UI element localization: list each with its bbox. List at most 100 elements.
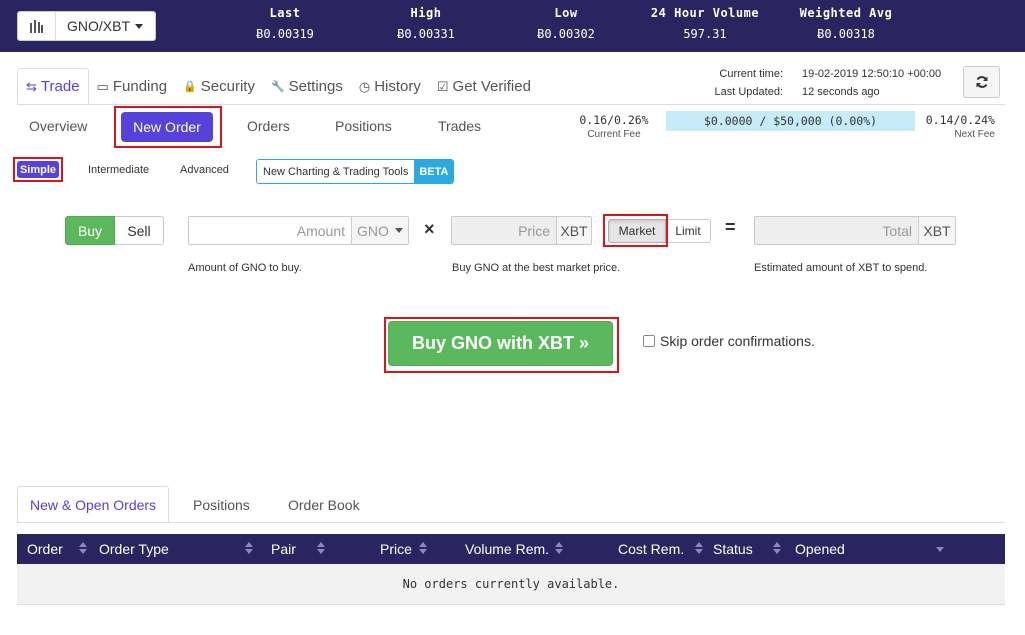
stat-value: 597.31: [683, 27, 727, 41]
column-volume-rem[interactable]: Volume Rem.: [465, 534, 549, 564]
limit-order-button[interactable]: Limit: [666, 219, 711, 243]
price-currency-label: XBT: [556, 217, 591, 244]
amount-field: GNO: [188, 216, 409, 245]
next-fee-value: 0.14/0.24%: [925, 113, 995, 127]
pair-label: GNO/XBT: [67, 18, 131, 34]
caret-down-icon: [135, 23, 144, 29]
total-input: [755, 217, 918, 244]
price-help-text: Buy GNO at the best market price.: [452, 262, 621, 274]
amount-help-text: Amount of GNO to buy.: [188, 262, 302, 274]
sell-toggle[interactable]: Sell: [115, 216, 164, 245]
sort-icon[interactable]: [317, 542, 325, 556]
stat-last: Last Ƀ0.00319: [215, 6, 355, 41]
sort-icon[interactable]: [695, 542, 703, 556]
tab-get-verified[interactable]: ☑ Get Verified: [429, 68, 539, 105]
stat-volume: 24 Hour Volume 597.31: [635, 6, 775, 41]
stat-low: Low Ƀ0.00302: [496, 6, 636, 41]
mode-intermediate[interactable]: Intermediate: [88, 164, 149, 176]
column-order[interactable]: Order: [27, 534, 63, 564]
stat-label: Weighted Avg: [799, 6, 893, 20]
buy-toggle[interactable]: Buy: [65, 216, 115, 245]
time-labels: Current time: Last Updated:: [690, 65, 784, 101]
tab-settings[interactable]: 🔧 Settings: [263, 68, 351, 105]
tab-label: Get Verified: [452, 78, 531, 95]
next-fee: 0.14/0.24% Next Fee: [925, 113, 995, 140]
money-icon: ▭: [96, 78, 109, 94]
total-help-text: Estimated amount of XBT to spend.: [754, 262, 928, 274]
column-price[interactable]: Price: [380, 534, 412, 564]
sort-icon[interactable]: [773, 542, 781, 556]
wrench-icon: 🔧: [270, 81, 285, 93]
stat-high: High Ƀ0.00331: [356, 6, 496, 41]
stat-label: High: [410, 6, 442, 20]
tab-security[interactable]: 🔒 Security: [175, 68, 263, 105]
tab-label: Trade: [40, 78, 80, 95]
current-fee-label: Current Fee: [587, 129, 641, 140]
exchange-icon: ⇆: [26, 78, 37, 94]
orders-table-header: Order Order Type Pair Price Volume Rem. …: [17, 534, 1005, 564]
total-field: XBT: [754, 216, 956, 245]
charting-tools-button[interactable]: New Charting & Trading Tools BETA: [256, 159, 455, 184]
pair-selector-button[interactable]: GNO/XBT: [17, 11, 156, 41]
highlight-market: [603, 214, 668, 247]
column-opened[interactable]: Opened: [795, 534, 845, 564]
sort-icon[interactable]: [245, 542, 253, 556]
stat-label: 24 Hour Volume: [650, 6, 760, 20]
sort-icon[interactable]: [419, 542, 427, 556]
orders-empty-row: No orders currently available.: [17, 564, 1005, 605]
tab-open-orders[interactable]: New & Open Orders: [17, 486, 170, 523]
sort-icon[interactable]: [79, 542, 87, 556]
price-field: XBT: [451, 216, 592, 245]
subnav-overview[interactable]: Overview: [29, 118, 87, 134]
refresh-icon: [976, 76, 987, 88]
subnav-orders[interactable]: Orders: [247, 118, 290, 134]
clock-icon: ◷: [358, 78, 371, 94]
equals-symbol: =: [725, 217, 736, 237]
current-fee: 0.16/0.26% Current Fee: [570, 113, 658, 140]
current-time-label: Current time:: [719, 68, 783, 80]
bottom-tabs-divider: [17, 522, 1005, 523]
subnav-positions[interactable]: Positions: [335, 118, 392, 134]
time-values: 19-02-2019 12:50:10 +00:00 12 seconds ag…: [802, 65, 941, 101]
tab-funding[interactable]: ▭ Funding: [89, 68, 176, 105]
skip-confirmations-label: Skip order confirmations.: [660, 333, 815, 349]
skip-confirmations-checkbox[interactable]: [643, 335, 655, 347]
tab-history[interactable]: ◷ History: [351, 68, 429, 105]
highlight-new-order: [114, 106, 222, 148]
beta-badge: BETA: [414, 160, 454, 183]
column-pair[interactable]: Pair: [271, 534, 296, 564]
next-fee-label: Next Fee: [954, 129, 995, 140]
column-status[interactable]: Status: [713, 534, 753, 564]
refresh-button[interactable]: [963, 66, 1000, 98]
amount-currency-label: GNO: [357, 222, 389, 239]
last-updated-value: 12 seconds ago: [802, 86, 880, 98]
column-cost-rem[interactable]: Cost Rem.: [618, 534, 684, 564]
amount-input[interactable]: [189, 217, 351, 244]
mode-advanced[interactable]: Advanced: [180, 164, 229, 176]
sort-desc-icon[interactable]: [936, 547, 944, 552]
bar-chart-icon: [18, 12, 56, 40]
charting-tools-label: New Charting & Trading Tools: [257, 160, 415, 183]
tab-positions[interactable]: Positions: [181, 486, 262, 523]
skip-confirmations[interactable]: Skip order confirmations.: [643, 333, 815, 349]
times-symbol: ×: [424, 219, 435, 239]
nav-divider: [17, 104, 1005, 105]
ticker-bar: GNO/XBT Last Ƀ0.00319 High Ƀ0.00331 Low …: [0, 0, 1025, 52]
current-fee-value: 0.16/0.26%: [579, 113, 649, 127]
caret-down-icon: [394, 228, 403, 233]
highlight-submit: [384, 317, 619, 373]
tab-label: Settings: [288, 78, 343, 95]
tab-label: History: [374, 78, 421, 95]
volume-progress-bar: $0.0000 / $50,000 (0.00%): [666, 111, 915, 131]
column-order-type[interactable]: Order Type: [99, 534, 169, 564]
stat-value: Ƀ0.00318: [817, 27, 875, 41]
sort-icon[interactable]: [555, 542, 563, 556]
current-time-value: 19-02-2019 12:50:10 +00:00: [802, 68, 942, 80]
amount-currency-select[interactable]: GNO: [351, 217, 408, 244]
stat-weighted-avg: Weighted Avg Ƀ0.00318: [776, 6, 916, 41]
stat-value: Ƀ0.00331: [397, 27, 455, 41]
tab-trade[interactable]: ⇆ Trade: [17, 68, 89, 105]
subnav-trades[interactable]: Trades: [438, 118, 481, 134]
tab-label: Security: [200, 78, 255, 95]
tab-order-book[interactable]: Order Book: [276, 486, 372, 523]
